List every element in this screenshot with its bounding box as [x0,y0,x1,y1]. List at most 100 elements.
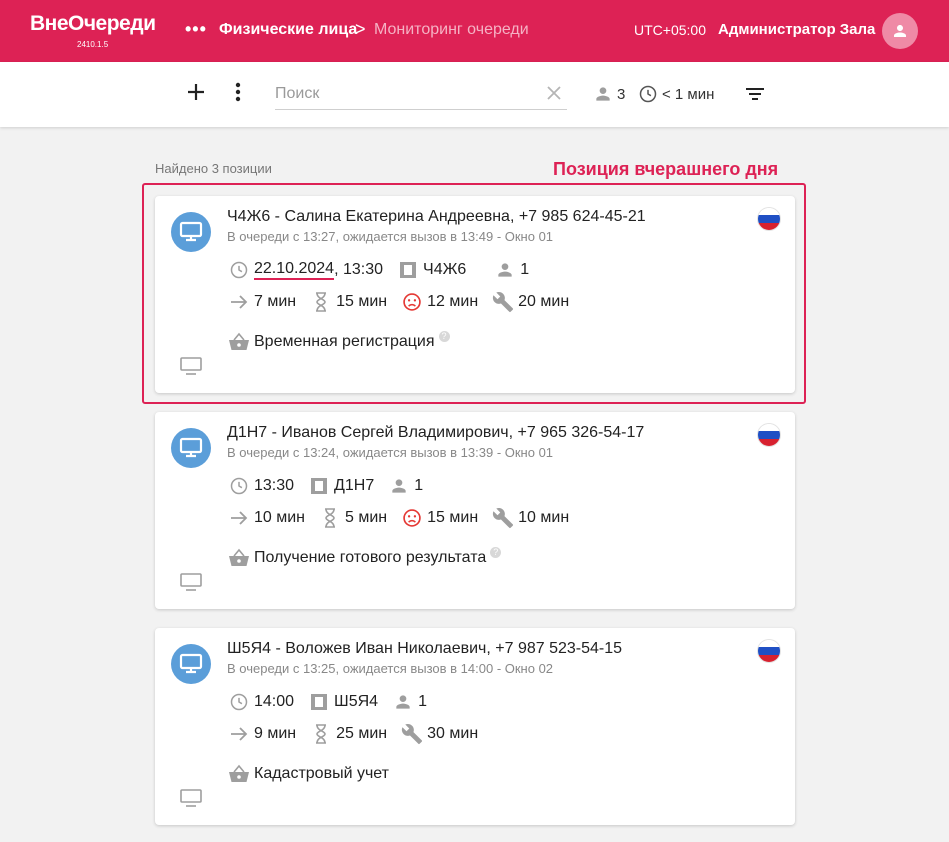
route-time: 9 мин [254,725,297,742]
card-title: Ш5Я4 - Воложев Иван Николаевич, +7 987 5… [227,640,623,657]
basket-icon [228,547,250,569]
route-time: 10 мин [254,509,306,526]
queue-card[interactable]: Ш5Я4 - Воложев Иван Николаевич, +7 987 5… [155,628,795,825]
breadcrumb-queue-monitoring: Мониторинг очереди [374,21,529,38]
person-icon [894,25,906,37]
filter-button[interactable] [744,84,766,109]
search-field [275,80,567,110]
persons-count: 1 [418,693,427,710]
add-button[interactable] [185,81,207,103]
ticket-number: Д1Н7 [334,477,375,494]
wait-duration: 5 мин [345,509,388,526]
arrow-right-icon [228,723,250,745]
monitor-icon [179,356,203,376]
wait-time-stat: < 1 мин [638,84,714,104]
service-duration: 20 мин [518,293,570,310]
service-row: Получение готового результата ? [228,546,502,569]
person-icon [494,259,516,281]
card-info-row: 13:30 Д1Н7 1 [228,475,423,497]
card-info-row: 22.10.2024, 13:30 Ч4Ж6 1 [228,259,529,281]
person-icon [596,87,610,101]
monitor-icon [179,788,203,808]
clock-icon [228,691,250,713]
hourglass-icon [310,291,332,313]
timezone-label: UTC+05:00 [634,22,706,38]
date-separator: , [334,261,339,278]
hourglass-icon [310,723,332,745]
people-count: 3 [617,85,626,103]
help-icon[interactable]: ? [438,330,450,342]
persons-count: 1 [414,477,424,494]
monitor-icon [179,437,203,458]
service-duration: 10 мин [518,509,570,526]
card-title: Ч4Ж6 - Салина Екатерина Андреевна, +7 98… [227,208,646,225]
wrench-icon [401,723,423,745]
service-row: Временная регистрация ? [228,330,450,353]
russia-flag-icon [758,208,780,230]
card-title: Д1Н7 - Иванов Сергей Владимирович, +7 96… [227,424,645,441]
yesterday-annotation: Позиция вчерашнего дня [553,159,779,179]
queue-toolbar: 3 < 1 мин [0,62,949,127]
breadcrumb-separator-icon: > [355,19,366,39]
terminal-avatar [171,428,211,468]
service-name: Получение готового результата [254,549,487,566]
ticket-icon [308,691,330,713]
basket-icon [228,331,250,353]
clock-icon [228,475,250,497]
queue-card[interactable]: Ч4Ж6 - Салина Екатерина Андреевна, +7 98… [155,196,795,393]
people-count-stat: 3 [593,84,625,104]
card-subtitle: В очереди с 13:25, ожидается вызов в 14:… [227,661,554,676]
appointment-time: 13:30 [342,261,384,278]
monitor-icon [179,653,203,674]
ticket-icon [308,475,330,497]
ticket-number: Ш5Я4 [334,693,379,710]
brand-logo[interactable]: ВнеОчереди [30,12,156,36]
more-actions-button[interactable] [228,81,248,103]
russia-flag-icon [758,424,780,446]
card-timing-row: 10 мин 5 мин 15 мин 10 мин [228,507,569,529]
terminal-avatar [171,644,211,684]
breadcrumb-individuals[interactable]: Физические лица [219,21,357,39]
clock-icon [228,259,250,281]
user-name[interactable]: Администратор Зала [718,21,875,38]
basket-icon [228,763,250,785]
arrow-right-icon [228,291,250,313]
appointment-time: 13:30 [254,477,295,494]
late-duration: 15 мин [427,509,479,526]
more-menu-button[interactable]: ••• [185,19,207,40]
service-name: Временная регистрация [254,333,435,350]
route-time: 7 мин [254,293,297,310]
filter-icon [746,88,764,100]
monitor-icon [179,221,203,242]
clock-icon [639,85,657,103]
card-subtitle: В очереди с 13:27, ожидается вызов в 13:… [227,229,554,244]
hourglass-icon [319,507,341,529]
terminal-avatar [171,212,211,252]
arrow-right-icon [228,507,250,529]
card-subtitle: В очереди с 13:24, ожидается вызов в 13:… [227,445,554,460]
sad-face-icon [401,507,423,529]
ticket-number: Ч4Ж6 [423,261,467,278]
wait-duration: 15 мин [336,293,388,310]
results-count: Найдено 3 позиции [155,161,272,176]
ticket-icon [397,259,419,281]
card-info-row: 14:00 Ш5Я4 1 [228,691,427,713]
top-app-bar: ВнеОчереди 2410.1.5 ••• Физические лица … [0,0,949,62]
wrench-icon [492,291,514,313]
more-vert-icon [235,82,241,102]
late-duration: 12 мин [427,293,479,310]
russia-flag-icon [758,640,780,662]
appointment-time: 14:00 [254,693,295,710]
plus-icon [188,84,204,100]
search-clear-button[interactable] [547,86,561,105]
service-duration: 30 мин [427,725,479,742]
search-input[interactable] [275,80,535,108]
user-avatar[interactable] [882,13,918,49]
close-icon [547,86,561,100]
monitor-icon [179,572,203,592]
queue-card[interactable]: Д1Н7 - Иванов Сергей Владимирович, +7 96… [155,412,795,609]
appointment-date: 22.10.2024 [254,260,335,280]
help-icon[interactable]: ? [490,546,502,558]
service-name: Кадастровый учет [254,765,389,782]
wait-time: < 1 мин [662,85,715,103]
